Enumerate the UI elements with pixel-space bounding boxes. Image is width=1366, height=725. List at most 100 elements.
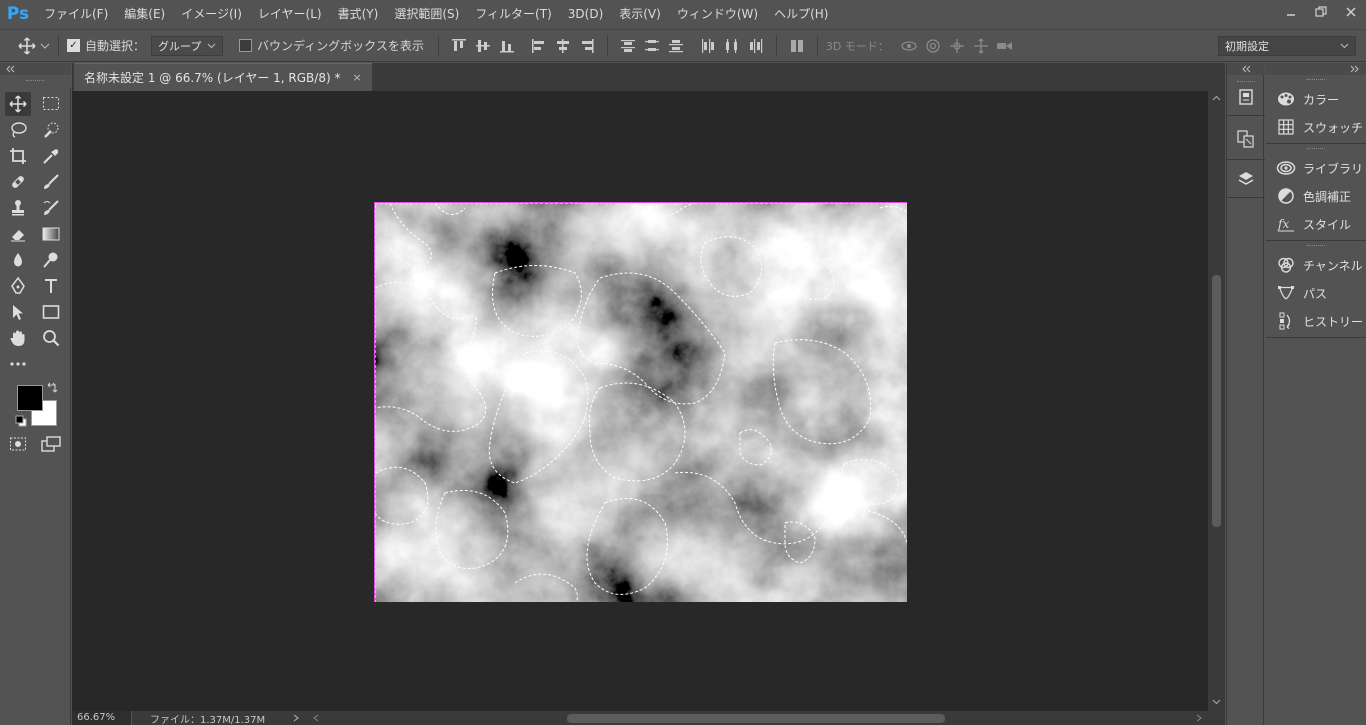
close-button[interactable]	[1336, 0, 1366, 24]
blur-tool[interactable]	[5, 248, 31, 272]
swap-colors-icon[interactable]	[46, 382, 58, 397]
align-bottom-edges-icon[interactable]	[495, 34, 519, 58]
clouds-image	[375, 203, 907, 602]
hand-tool[interactable]	[5, 326, 31, 350]
scroll-right-icon[interactable]	[1195, 714, 1203, 722]
bounding-box-checkbox[interactable]	[239, 39, 253, 52]
canvas-area[interactable]	[72, 91, 1208, 711]
document-canvas[interactable]	[374, 202, 907, 602]
menu-select[interactable]: 選択範囲(S)	[386, 0, 467, 28]
panel-paths[interactable]: パス	[1266, 279, 1366, 307]
scroll-down-icon[interactable]	[1212, 699, 1221, 705]
dodge-tool[interactable]	[38, 248, 64, 272]
menu-file[interactable]: ファイル(F)	[36, 0, 116, 28]
pen-tool[interactable]	[5, 274, 31, 298]
document-tab[interactable]: 名称未設定 1 @ 66.7% (レイヤー 1, RGB/8) * ×	[74, 63, 372, 91]
panel-adjustments[interactable]: 色調補正	[1266, 182, 1366, 210]
default-colors-icon[interactable]	[15, 415, 27, 430]
menu-type[interactable]: 書式(Y)	[330, 0, 387, 28]
stamp-icon	[12, 200, 24, 216]
roll-3d-icon[interactable]	[921, 34, 945, 58]
panel-grip[interactable]	[1266, 243, 1366, 249]
workspace-dropdown[interactable]: 初期設定	[1218, 35, 1356, 56]
vertical-scrollbar[interactable]	[1208, 91, 1225, 711]
align-vertical-centers-icon[interactable]	[471, 34, 495, 58]
properties-panel-button[interactable]	[1234, 85, 1258, 109]
menu-layer[interactable]: レイヤー(L)	[250, 0, 330, 28]
distribute-bottom-icon[interactable]	[664, 34, 688, 58]
menu-3d[interactable]: 3D(D)	[560, 0, 611, 28]
brush-tool[interactable]	[38, 170, 64, 194]
menu-image[interactable]: イメージ(I)	[173, 0, 250, 28]
marquee-tool[interactable]	[38, 92, 64, 116]
history-brush-tool[interactable]	[38, 196, 64, 220]
quick-selection-tool[interactable]	[38, 118, 64, 142]
arrow-pointer-icon	[13, 305, 23, 320]
orbit-3d-icon[interactable]	[897, 34, 921, 58]
bounding-box-option[interactable]: バウンディングボックスを表示	[239, 29, 424, 62]
collapse-arrows-icon[interactable]	[1350, 65, 1360, 73]
scroll-up-icon[interactable]	[1212, 95, 1221, 101]
foreground-color-swatch[interactable]	[17, 385, 43, 411]
restore-button[interactable]	[1306, 0, 1336, 24]
close-tab-icon[interactable]: ×	[352, 71, 361, 84]
collapse-arrows-icon[interactable]	[5, 65, 15, 73]
panel-grip[interactable]	[1266, 77, 1366, 83]
panel-color[interactable]: カラー	[1266, 85, 1366, 113]
panel-libraries[interactable]: ライブラリ	[1266, 154, 1366, 182]
menu-filter[interactable]: フィルター(T)	[467, 0, 559, 28]
screen-mode-button[interactable]	[38, 432, 64, 456]
panel-swatches[interactable]: スウォッチ	[1266, 113, 1366, 141]
panel-styles[interactable]: fx スタイル	[1266, 210, 1366, 238]
auto-select-option[interactable]: ✓ 自動選択：	[67, 29, 145, 62]
menu-help[interactable]: ヘルプ(H)	[766, 0, 836, 28]
distribute-left-icon[interactable]	[696, 34, 720, 58]
move-tool-preset[interactable]	[18, 29, 50, 62]
align-right-edges-icon[interactable]	[575, 34, 599, 58]
menu-edit[interactable]: 編集(E)	[116, 0, 173, 28]
slide-3d-icon[interactable]	[969, 34, 993, 58]
gradient-tool[interactable]	[38, 222, 64, 246]
eyedropper-tool[interactable]	[38, 144, 64, 168]
panel-channels[interactable]: チャンネル	[1266, 251, 1366, 279]
distribute-horizontal-centers-icon[interactable]	[720, 34, 744, 58]
align-left-edges-icon[interactable]	[527, 34, 551, 58]
layers-panel-button[interactable]	[1234, 167, 1258, 191]
eraser-tool[interactable]	[5, 222, 31, 246]
horizontal-scroll-thumb[interactable]	[567, 714, 945, 723]
chevron-right-icon[interactable]	[292, 714, 300, 722]
adjust-icon	[1276, 186, 1296, 206]
align-top-edges-icon[interactable]	[447, 34, 471, 58]
distribute-vertical-centers-icon[interactable]	[640, 34, 664, 58]
path-selection-tool[interactable]	[5, 300, 31, 324]
minimize-button[interactable]	[1276, 0, 1306, 24]
move-tool[interactable]	[5, 92, 31, 116]
vertical-scroll-thumb[interactable]	[1212, 275, 1221, 527]
edit-toolbar-button[interactable]	[5, 352, 31, 376]
auto-select-dropdown[interactable]: グループ	[151, 35, 224, 56]
scroll-left-icon[interactable]	[312, 714, 320, 722]
type-tool[interactable]	[38, 274, 64, 298]
zoom-level[interactable]: 66.67%	[72, 711, 132, 725]
pan-3d-icon[interactable]	[945, 34, 969, 58]
distribute-right-icon[interactable]	[744, 34, 768, 58]
panel-history[interactable]: ヒストリー	[1266, 307, 1366, 335]
auto-select-checkbox[interactable]: ✓	[67, 39, 80, 52]
menu-window[interactable]: ウィンドウ(W)	[669, 0, 766, 28]
menu-view[interactable]: 表示(V)	[611, 0, 669, 28]
expand-arrows-icon[interactable]	[1241, 65, 1251, 73]
crop-tool[interactable]	[5, 144, 31, 168]
rectangle-tool[interactable]	[38, 300, 64, 324]
align-horizontal-centers-icon[interactable]	[551, 34, 575, 58]
auto-align-layers-icon[interactable]	[785, 34, 809, 58]
character-panel-button[interactable]	[1234, 127, 1258, 151]
clone-stamp-tool[interactable]	[5, 196, 31, 220]
toolbar-grip[interactable]	[0, 75, 71, 88]
quick-mask-button[interactable]	[5, 432, 31, 456]
panel-grip[interactable]	[1266, 146, 1366, 152]
healing-brush-tool[interactable]	[5, 170, 31, 194]
zoom-tool[interactable]	[38, 326, 64, 350]
scale-3d-icon[interactable]	[993, 34, 1017, 58]
lasso-tool[interactable]	[5, 118, 31, 142]
distribute-top-icon[interactable]	[616, 34, 640, 58]
